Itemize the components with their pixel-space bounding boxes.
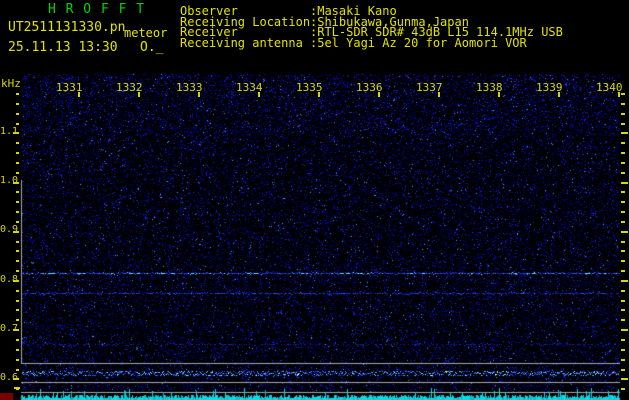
time-tick: [438, 92, 440, 97]
info-label: Receiving antenna: [180, 36, 303, 50]
info-row: Receiving antenna :5el Yagi Az 20 for Ao…: [0, 36, 629, 50]
freq-tick-right: [621, 290, 625, 292]
freq-tick-left: [16, 201, 19, 203]
freq-tick-right: [621, 231, 628, 233]
freq-tick-left: [16, 211, 19, 213]
freq-tick-left: [16, 359, 19, 361]
time-tick: [618, 92, 620, 97]
freq-tick-left: [16, 319, 19, 321]
freq-tick-right: [621, 369, 625, 371]
freq-tick-right: [621, 329, 628, 331]
freq-tick-right: [621, 132, 628, 134]
freq-tick-left: [16, 113, 19, 115]
bargraph-left-tick: [14, 387, 20, 389]
freq-tick-left: [16, 103, 19, 105]
freq-tick-left: [16, 241, 19, 243]
freq-tick-right: [621, 378, 628, 380]
freq-tick-right: [621, 221, 625, 223]
freq-tick-right: [621, 211, 625, 213]
freq-tick-left: [16, 339, 19, 341]
time-tick: [498, 92, 500, 97]
freq-tick-left: [16, 349, 19, 351]
freq-tick-right: [621, 113, 625, 115]
time-tick: [378, 92, 380, 97]
freq-tick-left: [16, 93, 19, 95]
freq-tick-right: [621, 349, 625, 351]
freq-tick-left: [16, 250, 19, 252]
y-axis-unit: kHz: [1, 77, 21, 90]
freq-tick-right: [621, 280, 628, 282]
freq-tick-right: [621, 172, 625, 174]
time-tick: [78, 92, 80, 97]
time-tick: [138, 92, 140, 97]
freq-tick-left: [16, 191, 19, 193]
freq-tick-right: [621, 152, 625, 154]
freq-tick-left: [13, 132, 19, 134]
freq-tick-left: [16, 172, 19, 174]
freq-label: 1.0: [0, 175, 19, 186]
freq-tick-left: [16, 309, 19, 311]
freq-tick-left: [16, 369, 19, 371]
freq-tick-right: [621, 250, 625, 252]
freq-tick-right: [621, 191, 625, 193]
freq-tick-right: [621, 260, 625, 262]
freq-tick-right: [621, 93, 625, 95]
freq-tick-left: [16, 142, 19, 144]
freq-tick-right: [621, 123, 625, 125]
freq-tick-right: [621, 270, 625, 272]
freq-tick-left: [13, 329, 19, 331]
freq-tick-left: [16, 123, 19, 125]
freq-tick-right: [621, 319, 625, 321]
freq-tick-right: [621, 103, 625, 105]
freq-tick-left: [16, 221, 19, 223]
freq-tick-right: [621, 162, 625, 164]
freq-tick-left: [16, 260, 19, 262]
freq-tick-left: [16, 162, 19, 164]
time-tick: [258, 92, 260, 97]
freq-tick-right: [621, 339, 625, 341]
freq-tick-left: [16, 270, 19, 272]
spectrogram-canvas: [0, 0, 629, 400]
time-tick: [558, 92, 560, 97]
freq-tick-left: [16, 290, 19, 292]
time-tick: [198, 92, 200, 97]
freq-tick-right: [621, 300, 625, 302]
freq-label: 0.9: [0, 224, 19, 235]
freq-tick-left: [13, 280, 19, 282]
time-tick: [318, 92, 320, 97]
freq-tick-right: [621, 388, 625, 390]
freq-tick-left: [13, 378, 19, 380]
freq-tick-right: [621, 359, 625, 361]
freq-tick-right: [621, 309, 625, 311]
hrofft-screen: H R O F F T UT2511131330.pn meteor 25.11…: [0, 0, 629, 400]
freq-tick-right: [621, 182, 628, 184]
freq-tick-left: [16, 300, 19, 302]
freq-tick-left: [16, 152, 19, 154]
freq-tick-right: [621, 142, 625, 144]
freq-tick-right: [621, 241, 625, 243]
freq-tick-left: [13, 182, 19, 184]
freq-tick-right: [621, 201, 625, 203]
status-marker-red: [0, 393, 13, 400]
freq-tick-left: [13, 231, 19, 233]
info-value: :5el Yagi Az 20 for Aomori VOR: [310, 36, 527, 50]
